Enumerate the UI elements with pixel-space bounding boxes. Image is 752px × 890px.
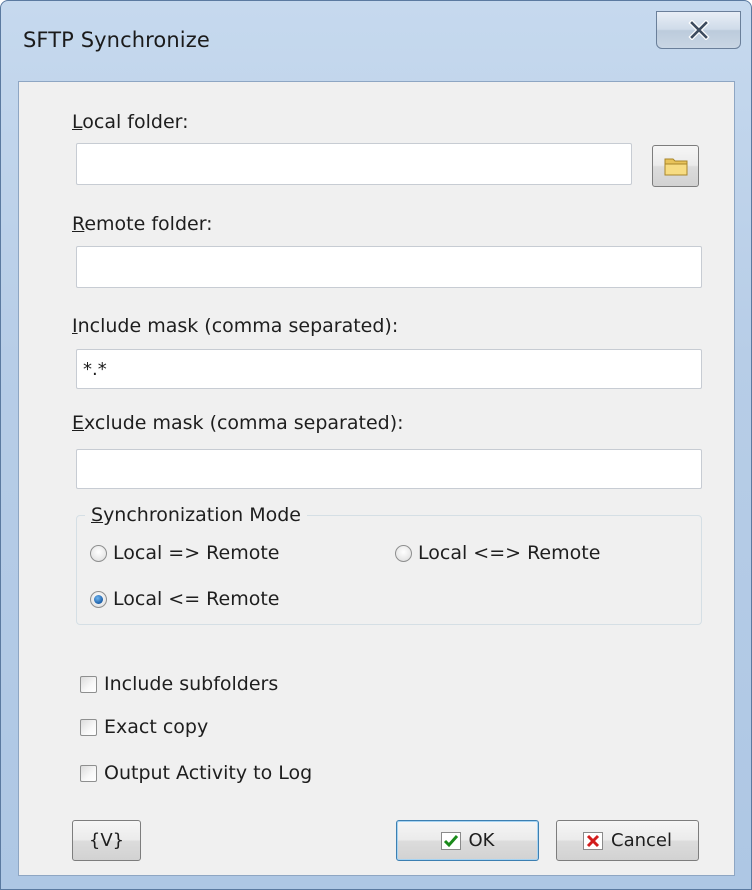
title-bar[interactable]: SFTP Synchronize	[1, 1, 751, 81]
ok-button[interactable]: OK	[396, 820, 539, 861]
dialog-window: SFTP Synchronize Local folder: Remote fo…	[0, 0, 752, 890]
radio-button[interactable]	[90, 545, 107, 562]
dialog-body: Local folder: Remote folder: Include mas…	[18, 81, 735, 876]
x-icon	[583, 831, 603, 850]
remote-folder-input[interactable]	[76, 246, 702, 288]
variables-button[interactable]: {V}	[72, 820, 141, 861]
radio-label[interactable]: Local <=> Remote	[418, 542, 600, 564]
checkbox-label[interactable]: Output Activity to Log	[104, 762, 312, 784]
exclude-mask-input[interactable]	[76, 449, 702, 489]
window-title: SFTP Synchronize	[23, 28, 210, 52]
local-folder-label: Local folder:	[72, 111, 189, 133]
radio-label[interactable]: Local => Remote	[113, 542, 279, 564]
radio-label[interactable]: Local <= Remote	[113, 588, 279, 610]
ok-button-label: OK	[468, 830, 495, 851]
include-mask-label: Include mask (comma separated):	[72, 315, 399, 337]
browse-folder-button[interactable]	[652, 145, 699, 187]
variables-button-label: {V}	[88, 830, 125, 851]
checkbox[interactable]	[80, 719, 97, 736]
folder-icon	[664, 158, 687, 176]
local-folder-input[interactable]	[76, 143, 632, 185]
close-icon	[687, 20, 710, 40]
sync-mode-legend: Synchronization Mode	[85, 504, 307, 526]
checkbox-label[interactable]: Exact copy	[104, 716, 208, 738]
checkbox[interactable]	[80, 765, 97, 782]
cancel-button-label: Cancel	[611, 830, 672, 851]
remote-folder-label: Remote folder:	[72, 213, 213, 235]
checkbox[interactable]	[80, 676, 97, 693]
cancel-button[interactable]: Cancel	[556, 820, 699, 861]
radio-button[interactable]	[395, 545, 412, 562]
checkbox-label[interactable]: Include subfolders	[104, 673, 278, 695]
radio-button-selected[interactable]	[90, 591, 107, 608]
exclude-mask-label: Exclude mask (comma separated):	[72, 412, 404, 434]
checkmark-icon	[440, 831, 461, 850]
include-mask-input[interactable]	[76, 349, 702, 389]
close-button[interactable]	[656, 11, 741, 49]
